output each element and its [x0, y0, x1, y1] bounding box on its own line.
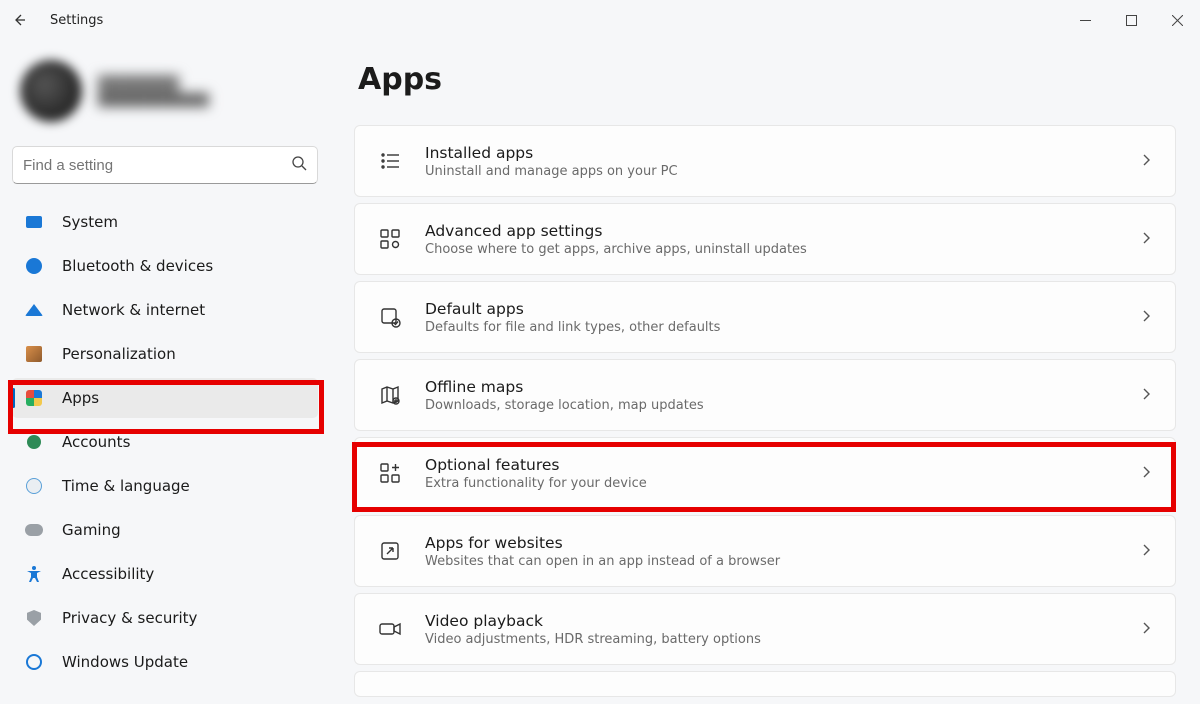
card-title: Optional features: [425, 456, 1139, 474]
close-icon: [1172, 15, 1183, 26]
sidebar-item-label: Accessibility: [62, 565, 154, 583]
sidebar: ███████ ████████████ System Bluetooth & …: [0, 40, 330, 704]
minimize-button[interactable]: [1062, 4, 1108, 36]
card-subtitle: Websites that can open in an app instead…: [425, 554, 1139, 569]
search-input[interactable]: [23, 157, 291, 174]
sidebar-item-label: Privacy & security: [62, 609, 197, 627]
sidebar-nav: System Bluetooth & devices Network & int…: [12, 202, 318, 686]
accessibility-icon: [24, 564, 44, 584]
window-title: Settings: [50, 13, 103, 28]
chevron-right-icon: [1139, 620, 1153, 639]
titlebar: Settings: [0, 0, 1200, 40]
card-default-apps[interactable]: Default apps Defaults for file and link …: [354, 281, 1176, 353]
avatar: [20, 60, 82, 122]
card-title: Default apps: [425, 300, 1139, 318]
chevron-right-icon: [1139, 464, 1153, 483]
sidebar-item-gaming[interactable]: Gaming: [12, 510, 318, 550]
card-subtitle: Choose where to get apps, archive apps, …: [425, 242, 1139, 257]
sidebar-item-label: Windows Update: [62, 653, 188, 671]
arrow-left-icon: [11, 12, 27, 28]
account-email: ████████████: [98, 93, 209, 107]
sidebar-item-label: Apps: [62, 389, 99, 407]
sidebar-item-apps[interactable]: Apps: [12, 378, 318, 418]
gamepad-icon: [24, 520, 44, 540]
sidebar-item-label: Accounts: [62, 433, 130, 451]
content: Apps Installed apps Uninstall and manage…: [330, 40, 1200, 704]
card-advanced-app-settings[interactable]: Advanced app settings Choose where to ge…: [354, 203, 1176, 275]
maximize-icon: [1126, 15, 1137, 26]
map-icon: [377, 382, 403, 408]
minimize-icon: [1080, 15, 1091, 26]
sidebar-item-accessibility[interactable]: Accessibility: [12, 554, 318, 594]
sidebar-item-system[interactable]: System: [12, 202, 318, 242]
card-offline-maps[interactable]: Offline maps Downloads, storage location…: [354, 359, 1176, 431]
sidebar-item-windows-update[interactable]: Windows Update: [12, 642, 318, 682]
chevron-right-icon: [1139, 230, 1153, 249]
chevron-right-icon: [1139, 542, 1153, 561]
sidebar-item-label: System: [62, 213, 118, 231]
card-subtitle: Downloads, storage location, map updates: [425, 398, 1139, 413]
card-title: Advanced app settings: [425, 222, 1139, 240]
sidebar-item-label: Time & language: [62, 477, 190, 495]
chevron-right-icon: [1139, 152, 1153, 171]
close-button[interactable]: [1154, 4, 1200, 36]
sidebar-item-time-language[interactable]: Time & language: [12, 466, 318, 506]
account-header[interactable]: ███████ ████████████: [12, 50, 318, 146]
card-subtitle: Defaults for file and link types, other …: [425, 320, 1139, 335]
settings-card-list: Installed apps Uninstall and manage apps…: [354, 125, 1176, 697]
display-icon: [24, 212, 44, 232]
card-subtitle: Video adjustments, HDR streaming, batter…: [425, 632, 1139, 647]
chevron-right-icon: [1139, 386, 1153, 405]
sidebar-item-privacy[interactable]: Privacy & security: [12, 598, 318, 638]
app-link-icon: [377, 538, 403, 564]
grid-plus-icon: [377, 460, 403, 486]
chevron-right-icon: [1139, 308, 1153, 327]
update-icon: [24, 652, 44, 672]
sidebar-item-bluetooth[interactable]: Bluetooth & devices: [12, 246, 318, 286]
bluetooth-icon: [24, 256, 44, 276]
page-title: Apps: [358, 62, 1176, 97]
video-icon: [377, 616, 403, 642]
brush-icon: [24, 344, 44, 364]
search-icon: [291, 155, 307, 175]
sidebar-item-personalization[interactable]: Personalization: [12, 334, 318, 374]
card-partial[interactable]: [354, 671, 1176, 697]
card-title: Offline maps: [425, 378, 1139, 396]
card-video-playback[interactable]: Video playback Video adjustments, HDR st…: [354, 593, 1176, 665]
apps-icon: [24, 388, 44, 408]
account-name: ███████: [98, 75, 209, 93]
sidebar-item-label: Gaming: [62, 521, 121, 539]
sidebar-item-label: Personalization: [62, 345, 176, 363]
app-gear-icon: [377, 226, 403, 252]
wifi-icon: [24, 300, 44, 320]
card-title: Installed apps: [425, 144, 1139, 162]
list-icon: [377, 148, 403, 174]
app-check-icon: [377, 304, 403, 330]
search-input-wrap[interactable]: [12, 146, 318, 184]
card-apps-for-websites[interactable]: Apps for websites Websites that can open…: [354, 515, 1176, 587]
sidebar-item-network[interactable]: Network & internet: [12, 290, 318, 330]
card-optional-features[interactable]: Optional features Extra functionality fo…: [354, 437, 1176, 509]
globe-clock-icon: [24, 476, 44, 496]
card-subtitle: Uninstall and manage apps on your PC: [425, 164, 1139, 179]
card-title: Video playback: [425, 612, 1139, 630]
card-installed-apps[interactable]: Installed apps Uninstall and manage apps…: [354, 125, 1176, 197]
card-title: Apps for websites: [425, 534, 1139, 552]
sidebar-item-label: Bluetooth & devices: [62, 257, 213, 275]
sidebar-item-accounts[interactable]: Accounts: [12, 422, 318, 462]
person-icon: [24, 432, 44, 452]
card-subtitle: Extra functionality for your device: [425, 476, 1139, 491]
shield-icon: [24, 608, 44, 628]
back-button[interactable]: [10, 11, 28, 29]
sidebar-item-label: Network & internet: [62, 301, 205, 319]
maximize-button[interactable]: [1108, 4, 1154, 36]
